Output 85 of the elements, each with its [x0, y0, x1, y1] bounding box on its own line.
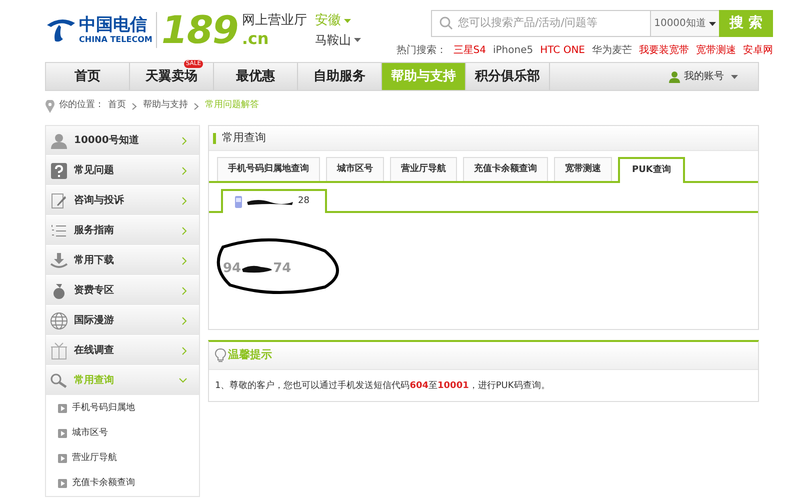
sidebar-item[interactable]: 10000号知道 [46, 126, 199, 156]
mobile-phone-icon [235, 196, 242, 208]
search-scope-dropdown[interactable]: 10000知道 [651, 10, 719, 37]
hot-search-link[interactable]: 华为麦芒 [592, 43, 632, 58]
sidebar-item[interactable]: 常见问题 [46, 156, 199, 186]
sidebar-item[interactable]: 常用下载 [46, 246, 199, 276]
chevron-right-icon [182, 226, 187, 234]
caret-down-icon [708, 22, 716, 26]
play-icon [58, 429, 67, 438]
breadcrumb-link[interactable]: 首页 [108, 99, 126, 113]
person-icon [50, 132, 68, 148]
chevron-right-icon [194, 102, 199, 110]
site-name: 网上营业厅 [242, 12, 307, 30]
scribble-mark [246, 198, 294, 206]
puk-code-end: 74 [273, 260, 292, 278]
play-icon [58, 454, 67, 463]
sidebar-item[interactable]: 资费专区 [46, 276, 199, 306]
panel-title: 常用查询 [222, 130, 266, 146]
caret-down-icon [344, 19, 351, 23]
sidebar-item[interactable]: 在线调查 [46, 336, 199, 366]
phone-number-text: 28 [298, 195, 310, 208]
download-icon [50, 252, 68, 268]
site-domain: .cn [242, 30, 270, 48]
hot-search-label: 热门搜索： [396, 44, 446, 58]
location-pin-icon [45, 100, 55, 112]
query-tab[interactable]: PUK查询 [618, 157, 685, 183]
city-selector[interactable]: 马鞍山 [314, 31, 361, 49]
puk-code-start: 94 [223, 260, 242, 278]
chevron-down-icon [179, 378, 187, 383]
query-tab[interactable]: 城市区号 [326, 157, 384, 181]
site-number: 189 [161, 10, 238, 50]
nav-tab[interactable]: 最优惠 [214, 63, 297, 90]
brand-english-name: CHINA TELECOM [79, 35, 152, 45]
sidebar-item[interactable]: 咨询与投诉 [46, 186, 199, 216]
chevron-right-icon [182, 286, 187, 294]
sidebar-subitem[interactable]: 城市区号 [46, 421, 199, 446]
globe-icon [50, 312, 68, 330]
caret-down-icon [354, 38, 361, 42]
chevron-right-icon [182, 316, 187, 324]
search-field[interactable]: 您可以搜索产品/活动/问题等 [431, 10, 651, 37]
sidebar-subitem[interactable]: 手机号码归属地 [46, 396, 199, 421]
chevron-right-icon [132, 102, 137, 110]
question-icon [51, 162, 67, 178]
numbered-list-icon [51, 222, 67, 238]
phone-number-tab[interactable]: 28 [221, 189, 327, 213]
sidebar-item[interactable]: 服务指南 [46, 216, 199, 246]
lightbulb-icon [215, 348, 226, 364]
query-tab[interactable]: 营业厅导航 [390, 157, 457, 181]
account-menu[interactable]: 我的账号 [669, 63, 738, 90]
hot-search-link[interactable]: 我要装宽带 [639, 43, 689, 58]
sidebar-subitem[interactable]: 营业厅导航 [46, 446, 199, 471]
note-icon [51, 192, 67, 208]
hot-search-link[interactable]: HTC ONE [540, 43, 585, 58]
tip-text: 1、尊敬的客户，您也可以通过手机发送短信代码604至10001，进行PUK码查询。 [214, 380, 551, 393]
breadcrumb-label: 你的位置： [59, 99, 104, 112]
chevron-right-icon [182, 196, 187, 204]
user-icon [669, 70, 680, 82]
hot-search-link[interactable]: iPhone5 [493, 43, 534, 58]
nav-tab[interactable]: 首页 [46, 63, 129, 90]
chevron-right-icon [182, 256, 187, 264]
telecom-logo-icon [45, 17, 77, 43]
query-tab[interactable]: 充值卡余额查询 [463, 157, 548, 181]
chevron-right-icon [182, 136, 187, 144]
play-icon [58, 479, 67, 488]
sidebar-item[interactable]: 国际漫游 [46, 306, 199, 336]
caret-down-icon [731, 74, 738, 78]
gift-box-icon [51, 342, 67, 360]
breadcrumb-link[interactable]: 帮助与支持 [143, 99, 188, 113]
nav-tab[interactable]: 积分俱乐部 [466, 63, 549, 90]
money-bag-icon [51, 282, 67, 298]
nav-tab[interactable]: 自助服务 [298, 63, 381, 90]
sidebar-subitem[interactable]: 充值卡余额查询 [46, 471, 199, 496]
hot-search-link[interactable]: 三星S4 [453, 43, 486, 58]
query-tab[interactable]: 宽带测速 [554, 157, 612, 181]
scribble-mark [241, 264, 274, 274]
search-icon [50, 372, 68, 388]
play-icon [58, 404, 67, 413]
chevron-right-icon [182, 346, 187, 354]
search-icon [439, 16, 453, 30]
tips-title: 温馨提示 [228, 347, 272, 364]
hot-search-link[interactable]: 宽带测速 [696, 43, 736, 58]
hot-search-link[interactable]: 安卓网 [743, 43, 773, 58]
chevron-right-icon [182, 166, 187, 174]
query-tab[interactable]: 手机号码归属地查询 [217, 157, 320, 181]
brand-name: 中国电信 [79, 15, 148, 35]
